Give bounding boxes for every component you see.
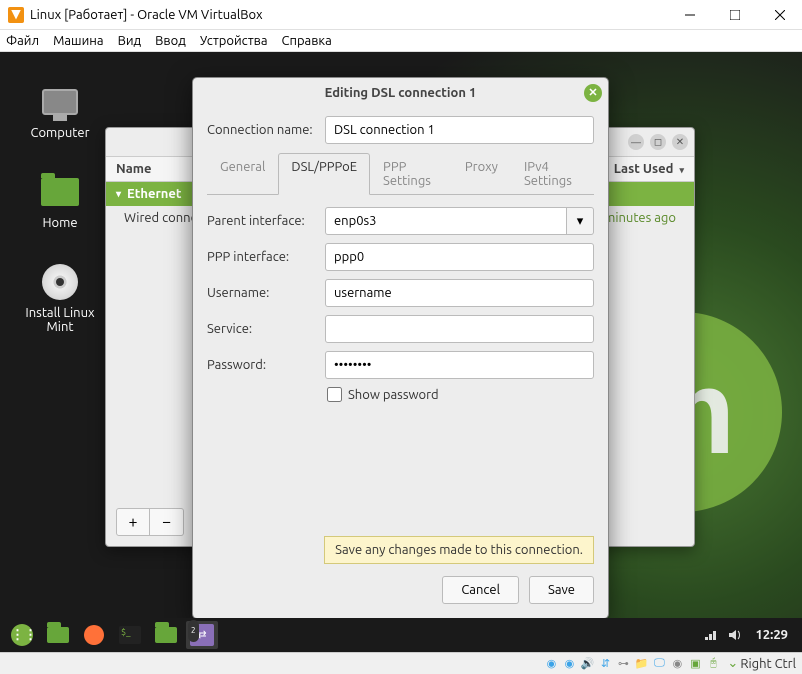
status-display-icon[interactable]: 🖵 (651, 656, 667, 672)
nc-close-icon[interactable]: ✕ (672, 134, 688, 150)
chevron-down-icon: ▾ (577, 214, 584, 228)
panel-files-button[interactable] (42, 621, 74, 649)
menu-file[interactable]: Файл (6, 34, 39, 48)
start-menu-button[interactable]: ⋮⋮ (6, 621, 38, 649)
panel-clock[interactable]: 12:29 (747, 628, 796, 642)
nc-col-last-used[interactable]: Last Used (614, 162, 684, 176)
vbox-statusbar: ◉ ◉ 🔊 ⇵ ⊶ 📁 🖵 ◉ ▣ 🖰 ⌄Right Ctrl (0, 652, 802, 674)
desktop-label: Home (20, 216, 100, 230)
connection-name-label: Connection name: (207, 123, 325, 137)
status-usb-icon[interactable]: ⊶ (615, 656, 631, 672)
status-hdd-icon[interactable]: ◉ (543, 656, 559, 672)
vbox-menubar: Файл Машина Вид Ввод Устройства Справка (0, 30, 802, 52)
nc-row-last: minutes ago (604, 211, 676, 225)
ppp-interface-input[interactable] (325, 243, 594, 271)
save-tooltip: Save any changes made to this connection… (324, 536, 594, 564)
guest-screen: m Computer Home Install Linux Mint — ◻ ✕… (0, 52, 802, 652)
tab-dsl-pppoe[interactable]: DSL/PPPoE (278, 153, 370, 195)
cancel-button[interactable]: Cancel (442, 576, 519, 604)
vbox-titlebar: Linux [Работает] - Oracle VM VirtualBox (0, 0, 802, 30)
nc-minimize-icon[interactable]: — (628, 134, 644, 150)
status-recording-icon[interactable]: ◉ (669, 656, 685, 672)
taskbar: ⋮⋮ $_ ⇄2 12:29 (0, 618, 802, 652)
panel-files2-button[interactable] (150, 621, 182, 649)
desktop-icon-install[interactable]: Install Linux Mint (20, 262, 100, 334)
parent-interface-dropdown-button[interactable]: ▾ (567, 207, 594, 235)
network-tray-icon[interactable] (703, 627, 719, 643)
status-audio-icon[interactable]: 🔊 (579, 656, 595, 672)
parent-interface-label: Parent interface: (207, 214, 325, 228)
sort-desc-icon (677, 162, 684, 176)
connection-name-input[interactable] (325, 116, 594, 144)
status-optical-icon[interactable]: ◉ (561, 656, 577, 672)
close-button[interactable] (757, 0, 802, 30)
minimize-button[interactable] (667, 0, 712, 30)
tabs: General DSL/PPPoE PPP Settings Proxy IPv… (207, 152, 594, 195)
show-password-label: Show password (348, 388, 439, 402)
menu-help[interactable]: Справка (282, 34, 332, 48)
menu-devices[interactable]: Устройства (200, 34, 268, 48)
dialog-titlebar: Editing DSL connection 1 ✕ (193, 78, 608, 108)
save-button[interactable]: Save (529, 576, 594, 604)
folder-icon (47, 627, 69, 643)
menu-view[interactable]: Вид (118, 34, 142, 48)
password-label: Password: (207, 358, 325, 372)
service-label: Service: (207, 322, 325, 336)
menu-machine[interactable]: Машина (53, 34, 104, 48)
panel-firefox-button[interactable] (78, 621, 110, 649)
parent-interface-input[interactable] (325, 207, 567, 235)
sound-tray-icon[interactable] (727, 627, 743, 643)
status-network-icon[interactable]: ⇵ (597, 656, 613, 672)
nc-remove-button[interactable]: − (150, 508, 184, 536)
dialog-title: Editing DSL connection 1 (325, 86, 477, 100)
desktop-icon-home[interactable]: Home (20, 172, 100, 230)
monitor-icon (42, 89, 78, 115)
nc-footer: + − (116, 508, 184, 536)
menu-input[interactable]: Ввод (155, 34, 186, 48)
status-cpu-icon[interactable]: ▣ (687, 656, 703, 672)
username-label: Username: (207, 286, 325, 300)
service-input[interactable] (325, 315, 594, 343)
status-mouse-icon[interactable]: 🖰 (705, 656, 721, 672)
edit-connection-dialog: Editing DSL connection 1 ✕ Connection na… (192, 77, 609, 619)
tab-general[interactable]: General (207, 153, 278, 195)
cd-icon (42, 264, 78, 300)
ppp-interface-label: PPP interface: (207, 250, 325, 264)
terminal-icon: $_ (119, 626, 141, 644)
tab-proxy[interactable]: Proxy (452, 153, 511, 195)
host-key-indicator[interactable]: ⌄Right Ctrl (727, 656, 796, 671)
password-input[interactable] (325, 351, 594, 379)
vbox-title: Linux [Работает] - Oracle VM VirtualBox (30, 8, 667, 22)
show-password-checkbox[interactable] (327, 387, 342, 402)
desktop-label: Install Linux Mint (20, 306, 100, 334)
tab-ipv4-settings[interactable]: IPv4 Settings (511, 153, 594, 195)
tab-ppp-settings[interactable]: PPP Settings (370, 153, 452, 195)
maximize-button[interactable] (712, 0, 757, 30)
firefox-icon (84, 625, 104, 645)
folder-icon (155, 627, 177, 643)
dialog-footer: Cancel Save (193, 566, 608, 618)
nc-add-button[interactable]: + (116, 508, 150, 536)
panel-network-button[interactable]: ⇄2 (186, 621, 218, 649)
desktop-label: Computer (20, 126, 100, 140)
username-input[interactable] (325, 279, 594, 307)
desktop-icon-computer[interactable]: Computer (20, 82, 100, 140)
vbox-icon (8, 7, 24, 23)
status-shared-folder-icon[interactable]: 📁 (633, 656, 649, 672)
panel-terminal-button[interactable]: $_ (114, 621, 146, 649)
mint-icon: ⋮⋮ (11, 624, 33, 646)
network-settings-icon: ⇄2 (190, 624, 214, 646)
nc-maximize-icon[interactable]: ◻ (650, 134, 666, 150)
folder-icon (41, 178, 79, 206)
dialog-close-icon[interactable]: ✕ (584, 84, 602, 102)
